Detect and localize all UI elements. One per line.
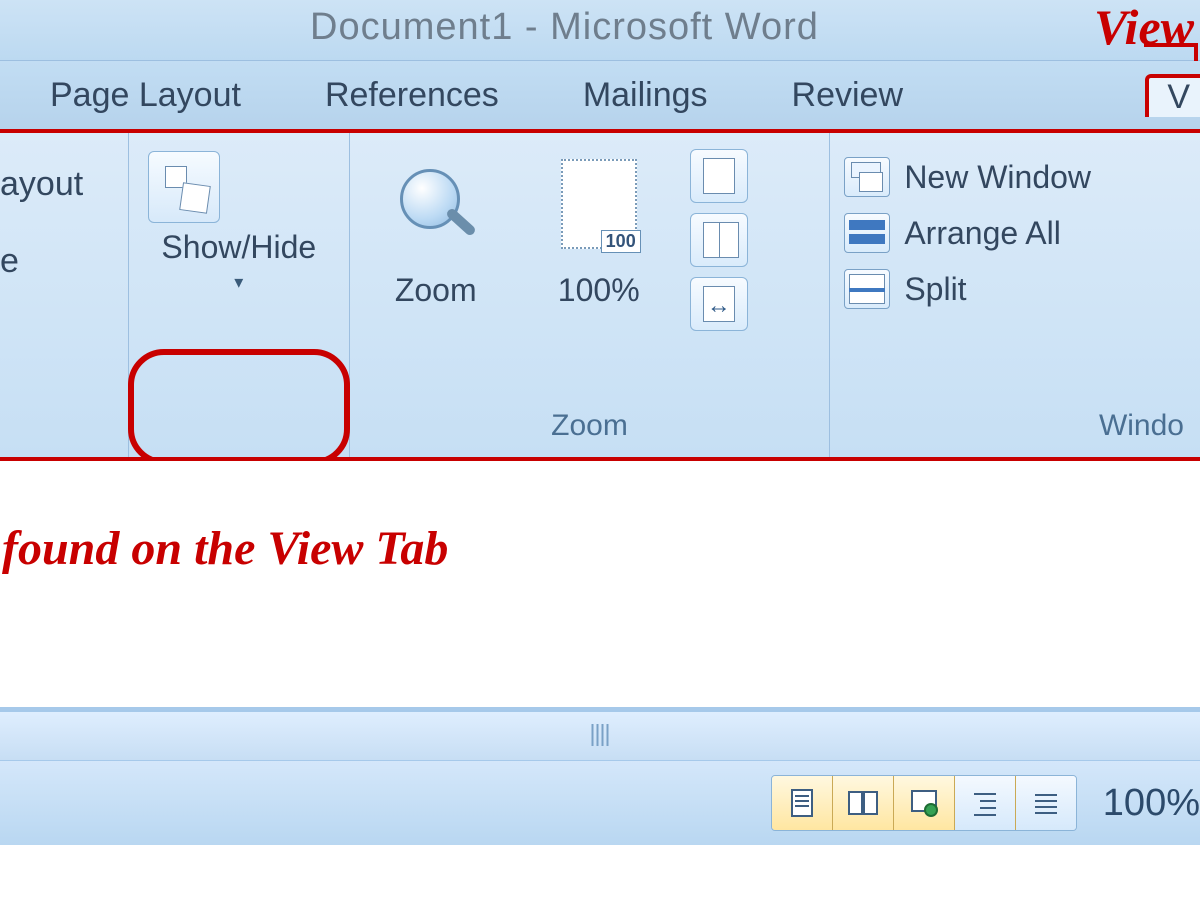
ribbon-view: ayout e Show/Hide ▾ — [0, 133, 1200, 461]
scrollbar-grip-icon — [592, 724, 609, 746]
status-draft-button[interactable] — [1016, 776, 1076, 830]
new-window-button[interactable]: New Window — [840, 151, 1095, 203]
zoom-presets — [686, 141, 748, 331]
group-caption-showhide — [139, 409, 339, 457]
chevron-down-icon: ▾ — [148, 272, 330, 293]
arrange-all-label: Arrange All — [904, 215, 1061, 252]
hundred-percent-button[interactable]: 100 100% — [518, 141, 680, 328]
zoom-button[interactable]: Zoom — [360, 141, 512, 328]
split-icon — [844, 269, 890, 309]
tab-review[interactable]: Review — [750, 70, 945, 121]
page-100-icon: 100 — [551, 157, 647, 257]
btn-web-layout-partial[interactable]: ayout — [0, 165, 83, 204]
draft-icon — [1029, 786, 1063, 820]
document-pane: found on the View Tab — [0, 461, 1200, 711]
view-mode-tray — [771, 775, 1077, 831]
page-icon — [785, 786, 819, 820]
status-zoom-level[interactable]: 100% — [1103, 782, 1200, 825]
show-hide-button[interactable]: Show/Hide ▾ — [148, 141, 330, 293]
status-print-layout-button[interactable] — [772, 776, 833, 830]
statusbar: 100% — [0, 761, 1200, 845]
split-label: Split — [904, 271, 966, 308]
arrange-all-button[interactable]: Arrange All — [840, 207, 1065, 259]
page-width-button[interactable] — [690, 277, 748, 331]
one-page-button[interactable] — [690, 149, 748, 203]
status-web-layout-button[interactable] — [894, 776, 955, 830]
tab-view[interactable]: V — [1145, 74, 1200, 117]
horizontal-scrollbar[interactable] — [0, 711, 1200, 761]
hundred-percent-label: 100% — [519, 262, 679, 327]
ribbon-tabstrip: Page Layout References Mailings Review V — [0, 61, 1200, 133]
tab-references[interactable]: References — [283, 70, 541, 121]
group-caption-window: Windo — [840, 409, 1190, 457]
status-full-screen-reading-button[interactable] — [833, 776, 894, 830]
group-zoom: Zoom 100 100% Zoom — [350, 133, 831, 457]
group-show-hide: Show/Hide ▾ — [129, 133, 350, 457]
web-page-icon — [907, 786, 941, 820]
annotation-arrow — [1144, 43, 1198, 61]
group-caption-views — [0, 409, 118, 457]
page-100-tag: 100 — [601, 230, 641, 253]
show-hide-icon — [148, 151, 220, 223]
two-pages-button[interactable] — [690, 213, 748, 267]
magnifier-icon — [394, 165, 478, 249]
book-icon — [846, 786, 880, 820]
outline-icon — [968, 786, 1002, 820]
annotation-found-on-view-tab: found on the View Tab — [0, 521, 448, 576]
group-document-views: ayout e — [0, 133, 129, 457]
zoom-label: Zoom — [361, 262, 511, 327]
new-window-icon — [844, 157, 890, 197]
arrange-all-icon — [844, 213, 890, 253]
status-outline-button[interactable] — [955, 776, 1016, 830]
new-window-label: New Window — [904, 159, 1091, 196]
split-button[interactable]: Split — [840, 263, 970, 315]
group-caption-zoom: Zoom — [360, 409, 820, 457]
titlebar: Document1 - Microsoft Word View — [0, 0, 1200, 61]
tab-page-layout[interactable]: Page Layout — [8, 70, 283, 121]
group-window: New Window Arrange All Split Windo — [830, 133, 1200, 457]
tab-mailings[interactable]: Mailings — [541, 70, 750, 121]
btn-outline-partial[interactable]: e — [0, 242, 83, 281]
window-title: Document1 - Microsoft Word — [310, 6, 819, 49]
show-hide-label: Show/Hide — [148, 223, 330, 272]
